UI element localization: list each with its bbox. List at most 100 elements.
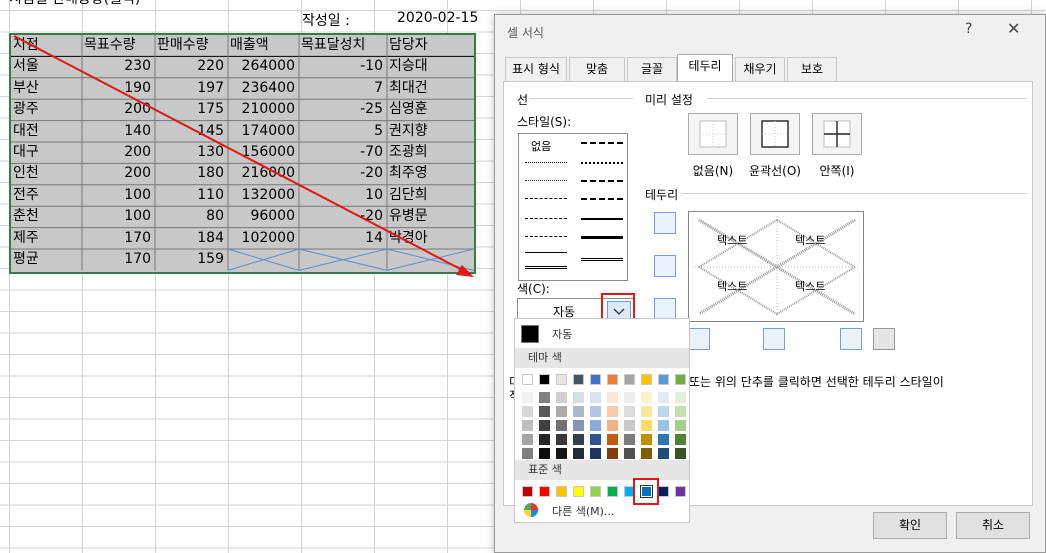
theme-color-swatch[interactable] (607, 374, 618, 385)
theme-shade-swatch[interactable] (590, 448, 601, 459)
line-style-option[interactable] (581, 162, 623, 164)
theme-shade-swatch[interactable] (607, 434, 618, 445)
tab-fill[interactable]: 채우기 (735, 57, 785, 81)
theme-shade-swatch[interactable] (522, 434, 533, 445)
line-style-option[interactable] (525, 218, 567, 219)
theme-shade-swatch[interactable] (624, 434, 635, 445)
theme-color-swatch[interactable] (522, 374, 533, 385)
theme-shade-swatch[interactable] (675, 420, 686, 431)
standard-color-swatch[interactable] (539, 486, 550, 497)
cancel-button[interactable]: 취소 (956, 512, 1030, 539)
theme-color-swatch[interactable] (675, 374, 686, 385)
theme-shade-swatch[interactable] (624, 420, 635, 431)
line-style-option[interactable] (525, 266, 567, 269)
standard-color-swatch[interactable] (658, 486, 669, 497)
line-style-option[interactable] (581, 198, 623, 200)
theme-shade-swatch[interactable] (607, 420, 618, 431)
theme-shade-swatch[interactable] (573, 420, 584, 431)
theme-shade-swatch[interactable] (522, 406, 533, 417)
tab-font[interactable]: 글꼴 (627, 57, 677, 81)
theme-shade-swatch[interactable] (590, 392, 601, 403)
theme-shade-swatch[interactable] (641, 420, 652, 431)
close-icon[interactable]: ✕ (1007, 19, 1020, 38)
theme-shade-swatch[interactable] (658, 406, 669, 417)
line-style-option[interactable] (581, 180, 623, 182)
theme-shade-swatch[interactable] (556, 420, 567, 431)
help-icon[interactable]: ? (965, 21, 972, 37)
standard-color-swatch[interactable] (522, 486, 533, 497)
border-left-button[interactable] (688, 328, 710, 350)
standard-color-swatch[interactable] (573, 486, 584, 497)
theme-shade-swatch[interactable] (624, 406, 635, 417)
theme-shade-swatch[interactable] (539, 406, 550, 417)
theme-shade-swatch[interactable] (539, 448, 550, 459)
theme-shade-swatch[interactable] (641, 392, 652, 403)
theme-shade-swatch[interactable] (556, 392, 567, 403)
theme-shade-swatch[interactable] (624, 448, 635, 459)
theme-shade-swatch[interactable] (573, 434, 584, 445)
theme-shade-swatch[interactable] (641, 434, 652, 445)
theme-color-swatch[interactable] (624, 374, 635, 385)
theme-shade-swatch[interactable] (607, 448, 618, 459)
theme-color-swatch[interactable] (556, 374, 567, 385)
theme-shade-swatch[interactable] (522, 448, 533, 459)
theme-color-swatch[interactable] (590, 374, 601, 385)
theme-shade-swatch[interactable] (641, 406, 652, 417)
border-center-button[interactable] (763, 328, 785, 350)
line-style-option[interactable] (525, 198, 567, 199)
standard-color-swatch[interactable] (607, 486, 618, 497)
theme-color-swatch[interactable] (539, 374, 550, 385)
tab-border[interactable]: 테두리 (677, 54, 733, 82)
border-top-button[interactable] (654, 212, 676, 234)
theme-shade-swatch[interactable] (607, 392, 618, 403)
theme-shade-swatch[interactable] (539, 434, 550, 445)
theme-shade-swatch[interactable] (539, 420, 550, 431)
line-style-option[interactable] (581, 258, 623, 261)
theme-shade-swatch[interactable] (641, 448, 652, 459)
theme-shade-swatch[interactable] (675, 392, 686, 403)
theme-shade-swatch[interactable] (675, 434, 686, 445)
theme-shade-swatch[interactable] (590, 434, 601, 445)
theme-shade-swatch[interactable] (573, 392, 584, 403)
line-style-option[interactable] (525, 180, 567, 181)
theme-shade-swatch[interactable] (607, 406, 618, 417)
theme-shade-swatch[interactable] (658, 434, 669, 445)
line-style-option[interactable] (525, 252, 567, 253)
theme-color-swatch[interactable] (641, 374, 652, 385)
theme-shade-swatch[interactable] (658, 448, 669, 459)
border-middle-button[interactable] (654, 255, 676, 277)
border-preview[interactable]: 텍스트 텍스트 텍스트 텍스트 (688, 211, 864, 322)
theme-shade-swatch[interactable] (675, 448, 686, 459)
line-style-list[interactable]: 없음 (518, 133, 628, 281)
standard-color-swatch[interactable] (556, 486, 567, 497)
theme-shade-swatch[interactable] (556, 434, 567, 445)
tab-protection[interactable]: 보호 (787, 57, 837, 81)
tab-alignment[interactable]: 맞춤 (569, 57, 625, 81)
theme-shade-swatch[interactable] (556, 406, 567, 417)
theme-shade-swatch[interactable] (522, 420, 533, 431)
theme-shade-swatch[interactable] (556, 448, 567, 459)
theme-shade-swatch[interactable] (522, 392, 533, 403)
theme-shade-swatch[interactable] (573, 406, 584, 417)
theme-shade-swatch[interactable] (539, 392, 550, 403)
theme-shade-swatch[interactable] (658, 392, 669, 403)
ok-button[interactable]: 확인 (873, 512, 947, 539)
style-none-option[interactable]: 없음 (531, 138, 551, 154)
theme-shade-swatch[interactable] (590, 420, 601, 431)
theme-shade-swatch[interactable] (675, 406, 686, 417)
line-style-option[interactable] (525, 236, 567, 237)
line-style-option[interactable] (581, 236, 623, 239)
theme-shade-swatch[interactable] (658, 420, 669, 431)
theme-shade-swatch[interactable] (573, 448, 584, 459)
standard-color-swatch[interactable] (675, 486, 686, 497)
more-colors-link[interactable]: 다른 색(M)... (552, 503, 614, 519)
line-style-option[interactable] (581, 142, 623, 144)
border-diagonal-button[interactable] (873, 328, 895, 350)
line-style-option[interactable] (581, 218, 623, 220)
border-bottom-button[interactable] (654, 298, 676, 320)
auto-color-swatch[interactable] (521, 325, 539, 343)
border-right-button[interactable] (840, 328, 862, 350)
theme-color-swatch[interactable] (573, 374, 584, 385)
theme-color-swatch[interactable] (658, 374, 669, 385)
theme-shade-swatch[interactable] (624, 392, 635, 403)
